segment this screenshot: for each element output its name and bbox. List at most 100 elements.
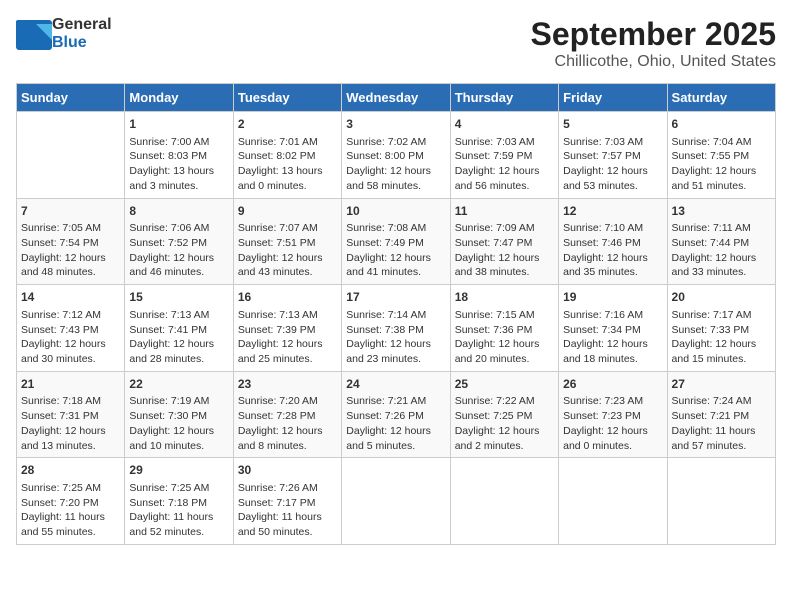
- day-info: Sunrise: 7:24 AM Sunset: 7:21 PM Dayligh…: [672, 394, 771, 453]
- column-header-tuesday: Tuesday: [233, 84, 341, 112]
- calendar-cell: 1 Sunrise: 7:00 AM Sunset: 8:03 PM Daylig…: [125, 112, 233, 199]
- day-number: 3: [346, 116, 445, 133]
- day-info: Sunrise: 7:22 AM Sunset: 7:25 PM Dayligh…: [455, 394, 554, 453]
- calendar-cell: 8Sunrise: 7:06 AM Sunset: 7:52 PM Daylig…: [125, 198, 233, 285]
- column-header-wednesday: Wednesday: [342, 84, 450, 112]
- day-number: 22: [129, 376, 228, 393]
- calendar-cell: [17, 112, 125, 199]
- day-number: 12: [563, 203, 662, 220]
- day-number: 9: [238, 203, 337, 220]
- calendar-cell: 26Sunrise: 7:23 AM Sunset: 7:23 PM Dayli…: [559, 371, 667, 458]
- day-info: Sunrise: 7:12 AM Sunset: 7:43 PM Dayligh…: [21, 308, 120, 367]
- calendar-cell: 28Sunrise: 7:25 AM Sunset: 7:20 PM Dayli…: [17, 458, 125, 545]
- day-info: Sunrise: 7:00 AM Sunset: 8:03 PM Dayligh…: [129, 135, 228, 194]
- day-info: Sunrise: 7:13 AM Sunset: 7:41 PM Dayligh…: [129, 308, 228, 367]
- day-info: Sunrise: 7:23 AM Sunset: 7:23 PM Dayligh…: [563, 394, 662, 453]
- calendar-cell: 15 Sunrise: 7:13 AM Sunset: 7:41 PM Dayli…: [125, 285, 233, 372]
- calendar-cell: 17 Sunrise: 7:14 AM Sunset: 7:38 PM Dayli…: [342, 285, 450, 372]
- logo: General Blue: [16, 16, 112, 51]
- day-info: Sunrise: 7:05 AM Sunset: 7:54 PM Dayligh…: [21, 221, 120, 280]
- calendar-cell: 9Sunrise: 7:07 AM Sunset: 7:51 PM Daylig…: [233, 198, 341, 285]
- calendar-cell: [342, 458, 450, 545]
- day-info: Sunrise: 7:20 AM Sunset: 7:28 PM Dayligh…: [238, 394, 337, 453]
- day-number: 15: [129, 289, 228, 306]
- day-info: Sunrise: 7:15 AM Sunset: 7:36 PM Dayligh…: [455, 308, 554, 367]
- calendar-cell: 22Sunrise: 7:19 AM Sunset: 7:30 PM Dayli…: [125, 371, 233, 458]
- calendar-cell: 23Sunrise: 7:20 AM Sunset: 7:28 PM Dayli…: [233, 371, 341, 458]
- calendar-cell: 24Sunrise: 7:21 AM Sunset: 7:26 PM Dayli…: [342, 371, 450, 458]
- day-info: Sunrise: 7:18 AM Sunset: 7:31 PM Dayligh…: [21, 394, 120, 453]
- location-title: Chillicothe, Ohio, United States: [531, 53, 776, 71]
- day-info: Sunrise: 7:14 AM Sunset: 7:38 PM Dayligh…: [346, 308, 445, 367]
- calendar-cell: 2 Sunrise: 7:01 AM Sunset: 8:02 PM Daylig…: [233, 112, 341, 199]
- calendar-cell: 14 Sunrise: 7:12 AM Sunset: 7:43 PM Dayli…: [17, 285, 125, 372]
- calendar-cell: 21Sunrise: 7:18 AM Sunset: 7:31 PM Dayli…: [17, 371, 125, 458]
- calendar-cell: 5 Sunrise: 7:03 AM Sunset: 7:57 PM Daylig…: [559, 112, 667, 199]
- day-number: 24: [346, 376, 445, 393]
- calendar-cell: 10Sunrise: 7:08 AM Sunset: 7:49 PM Dayli…: [342, 198, 450, 285]
- day-number: 7: [21, 203, 120, 220]
- calendar-cell: 27Sunrise: 7:24 AM Sunset: 7:21 PM Dayli…: [667, 371, 775, 458]
- day-number: 11: [455, 203, 554, 220]
- day-number: 4: [455, 116, 554, 133]
- day-number: 19: [563, 289, 662, 306]
- day-info: Sunrise: 7:17 AM Sunset: 7:33 PM Dayligh…: [672, 308, 771, 367]
- calendar-cell: 19 Sunrise: 7:16 AM Sunset: 7:34 PM Dayli…: [559, 285, 667, 372]
- column-header-friday: Friday: [559, 84, 667, 112]
- calendar-cell: 20 Sunrise: 7:17 AM Sunset: 7:33 PM Dayli…: [667, 285, 775, 372]
- day-number: 2: [238, 116, 337, 133]
- day-number: 10: [346, 203, 445, 220]
- day-info: Sunrise: 7:01 AM Sunset: 8:02 PM Dayligh…: [238, 135, 337, 194]
- month-title: September 2025: [531, 16, 776, 53]
- day-info: Sunrise: 7:04 AM Sunset: 7:55 PM Dayligh…: [672, 135, 771, 194]
- day-number: 17: [346, 289, 445, 306]
- page-header: General Blue September 2025 Chillicothe,…: [16, 16, 776, 71]
- day-info: Sunrise: 7:02 AM Sunset: 8:00 PM Dayligh…: [346, 135, 445, 194]
- calendar-cell: 13Sunrise: 7:11 AM Sunset: 7:44 PM Dayli…: [667, 198, 775, 285]
- calendar-cell: 6Sunrise: 7:04 AM Sunset: 7:55 PM Daylig…: [667, 112, 775, 199]
- day-info: Sunrise: 7:06 AM Sunset: 7:52 PM Dayligh…: [129, 221, 228, 280]
- calendar-cell: 4 Sunrise: 7:03 AM Sunset: 7:59 PM Daylig…: [450, 112, 558, 199]
- day-number: 29: [129, 462, 228, 479]
- day-number: 13: [672, 203, 771, 220]
- day-info: Sunrise: 7:25 AM Sunset: 7:18 PM Dayligh…: [129, 481, 228, 540]
- column-header-saturday: Saturday: [667, 84, 775, 112]
- day-number: 1: [129, 116, 228, 133]
- calendar-cell: 18 Sunrise: 7:15 AM Sunset: 7:36 PM Dayli…: [450, 285, 558, 372]
- calendar-cell: 3 Sunrise: 7:02 AM Sunset: 8:00 PM Daylig…: [342, 112, 450, 199]
- day-info: Sunrise: 7:08 AM Sunset: 7:49 PM Dayligh…: [346, 221, 445, 280]
- day-number: 8: [129, 203, 228, 220]
- day-info: Sunrise: 7:11 AM Sunset: 7:44 PM Dayligh…: [672, 221, 771, 280]
- day-number: 18: [455, 289, 554, 306]
- day-info: Sunrise: 7:07 AM Sunset: 7:51 PM Dayligh…: [238, 221, 337, 280]
- calendar-cell: 7Sunrise: 7:05 AM Sunset: 7:54 PM Daylig…: [17, 198, 125, 285]
- day-info: Sunrise: 7:10 AM Sunset: 7:46 PM Dayligh…: [563, 221, 662, 280]
- day-number: 21: [21, 376, 120, 393]
- column-header-sunday: Sunday: [17, 84, 125, 112]
- day-info: Sunrise: 7:16 AM Sunset: 7:34 PM Dayligh…: [563, 308, 662, 367]
- day-info: Sunrise: 7:09 AM Sunset: 7:47 PM Dayligh…: [455, 221, 554, 280]
- day-info: Sunrise: 7:03 AM Sunset: 7:59 PM Dayligh…: [455, 135, 554, 194]
- day-number: 20: [672, 289, 771, 306]
- calendar-cell: 12Sunrise: 7:10 AM Sunset: 7:46 PM Dayli…: [559, 198, 667, 285]
- day-info: Sunrise: 7:13 AM Sunset: 7:39 PM Dayligh…: [238, 308, 337, 367]
- calendar-table: SundayMondayTuesdayWednesdayThursdayFrid…: [16, 83, 776, 545]
- calendar-cell: 30Sunrise: 7:26 AM Sunset: 7:17 PM Dayli…: [233, 458, 341, 545]
- day-number: 14: [21, 289, 120, 306]
- calendar-cell: 11Sunrise: 7:09 AM Sunset: 7:47 PM Dayli…: [450, 198, 558, 285]
- logo-text: General Blue: [52, 16, 112, 51]
- calendar-cell: 25Sunrise: 7:22 AM Sunset: 7:25 PM Dayli…: [450, 371, 558, 458]
- day-info: Sunrise: 7:21 AM Sunset: 7:26 PM Dayligh…: [346, 394, 445, 453]
- day-number: 25: [455, 376, 554, 393]
- day-info: Sunrise: 7:26 AM Sunset: 7:17 PM Dayligh…: [238, 481, 337, 540]
- day-number: 26: [563, 376, 662, 393]
- logo-icon: [16, 20, 48, 48]
- day-number: 16: [238, 289, 337, 306]
- column-header-monday: Monday: [125, 84, 233, 112]
- title-block: September 2025 Chillicothe, Ohio, United…: [531, 16, 776, 71]
- day-number: 5: [563, 116, 662, 133]
- day-number: 27: [672, 376, 771, 393]
- day-info: Sunrise: 7:03 AM Sunset: 7:57 PM Dayligh…: [563, 135, 662, 194]
- day-number: 23: [238, 376, 337, 393]
- calendar-cell: [450, 458, 558, 545]
